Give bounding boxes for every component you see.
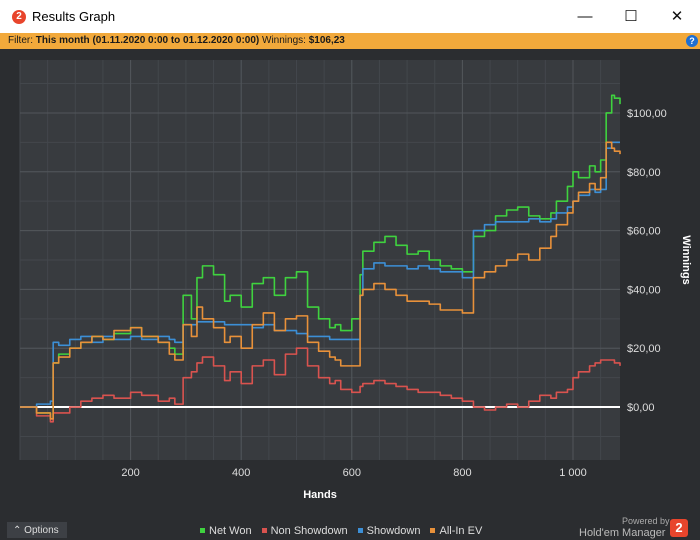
brand-name: Hold'em Manager	[579, 527, 666, 539]
legend-swatch	[357, 528, 363, 533]
legend-label: All-In EV	[439, 525, 483, 537]
legend-swatch	[200, 528, 205, 533]
legend-label: Showdown	[366, 525, 421, 537]
chart-legend: Net Won Non Showdown Showdown All-In EV	[200, 525, 492, 537]
y-tick-label: $100,00	[627, 108, 667, 120]
options-label: Options	[24, 525, 59, 536]
x-tick-label: 800	[453, 467, 471, 479]
legend-swatch	[261, 528, 267, 533]
options-button[interactable]: ⌃ Options	[7, 522, 67, 538]
y-tick-label: $80,00	[627, 167, 661, 179]
x-tick-label: 400	[232, 467, 250, 479]
legend-label: Non Showdown	[270, 525, 348, 537]
y-tick-label: $40,00	[627, 284, 661, 296]
legend-item[interactable]: All-In EV	[430, 525, 482, 537]
chevron-up-icon: ⌃	[13, 525, 22, 536]
legend-item[interactable]: Net Won	[200, 525, 252, 537]
y-axis-label: Winnings	[680, 235, 692, 284]
legend-item[interactable]: Showdown	[357, 525, 421, 537]
y-tick-label: $60,00	[627, 226, 661, 238]
legend-swatch	[430, 528, 436, 533]
x-axis-label: Hands	[303, 489, 337, 501]
legend-item[interactable]: Non Showdown	[261, 525, 348, 537]
hm2-logo-icon: 2	[670, 519, 688, 537]
y-tick-label: $0,00	[627, 402, 655, 414]
powered-by-text: Powered by	[622, 516, 670, 526]
x-tick-label: 1 000	[559, 467, 587, 479]
results-graph: 200 400 600 800 1 000 $0,00 $20,00 $40,00 $60,00…	[19, 60, 692, 501]
legend-label: Net Won	[209, 525, 252, 537]
x-tick-label: 600	[343, 467, 361, 479]
x-tick-label: 200	[121, 467, 139, 479]
y-tick-label: $20,00	[627, 343, 661, 355]
